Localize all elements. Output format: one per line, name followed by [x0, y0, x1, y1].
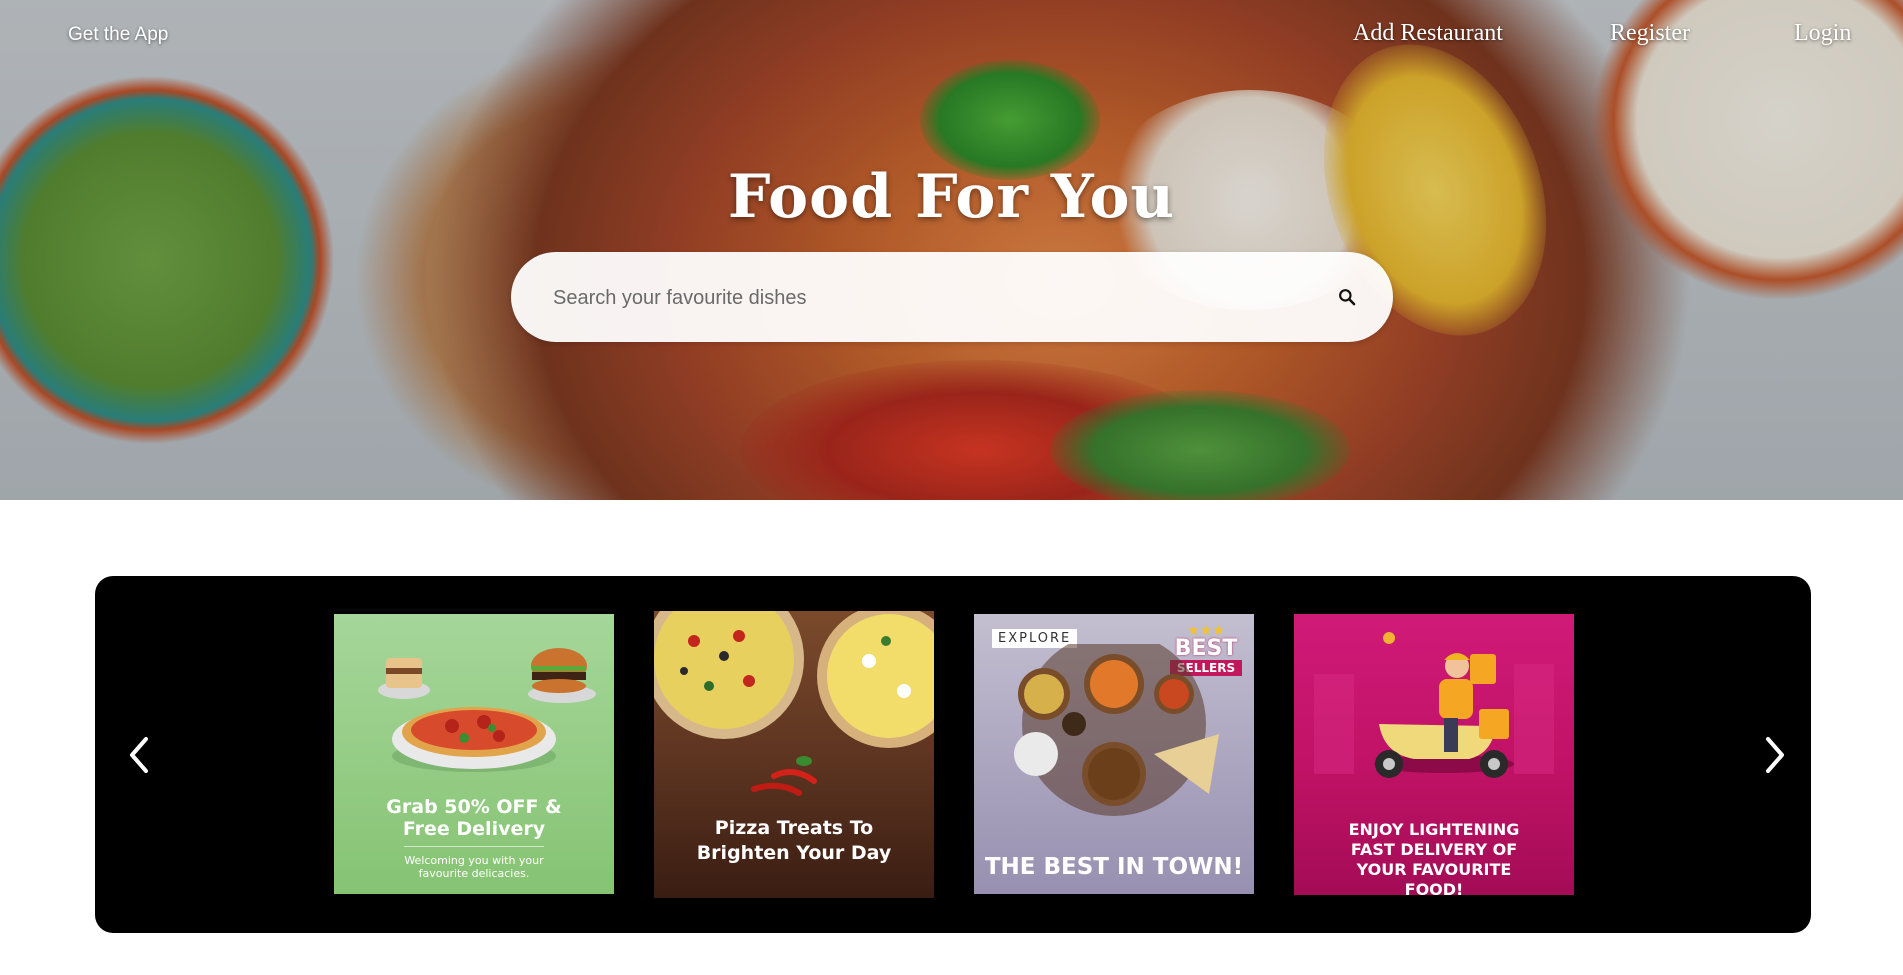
search-bar	[511, 252, 1393, 342]
offer-card-discount[interactable]: Grab 50% OFF & Free Delivery Welcoming y…	[334, 614, 614, 894]
offer-card-bestsellers[interactable]: EXPLORE ★★★ BEST SELLERS THE BEST IN TOW…	[974, 614, 1254, 894]
pizza-illustration	[654, 611, 934, 796]
food-platter-illustration	[378, 648, 596, 772]
page-title: Food For You	[727, 162, 1176, 232]
offer-card-headline: Grab 50% OFF & Free Delivery	[386, 796, 562, 840]
search-button[interactable]	[1329, 279, 1365, 315]
offer-card-headline: THE BEST IN TOWN!	[984, 854, 1244, 880]
offer-card-headline: Pizza Treats To Brighten Your Day	[696, 817, 892, 864]
chevron-left-icon	[130, 737, 148, 773]
register-link[interactable]: Register	[1610, 20, 1690, 47]
offer-card-pizza[interactable]: Pizza Treats To Brighten Your Day	[654, 611, 934, 898]
hero-overlay	[0, 0, 1903, 500]
offer-card-headline: ENJOY LIGHTENING FAST DELIVERY OF YOUR F…	[1348, 820, 1520, 895]
hero-banner: Get the App Add Restaurant Register Logi…	[0, 0, 1903, 500]
chevron-right-icon	[1766, 737, 1784, 773]
offer-card-divider	[404, 846, 544, 847]
thali-illustration	[1014, 644, 1219, 816]
search-icon	[1339, 289, 1356, 306]
offer-card-delivery[interactable]: ENJOY LIGHTENING FAST DELIVERY OF YOUR F…	[1294, 614, 1574, 895]
delivery-scooter-illustration	[1314, 632, 1554, 778]
offers-carousel: Grab 50% OFF & Free Delivery Welcoming y…	[95, 576, 1811, 933]
add-restaurant-link[interactable]: Add Restaurant	[1353, 20, 1503, 47]
carousel-next-button[interactable]	[1755, 731, 1795, 779]
get-app-link[interactable]: Get the App	[68, 24, 168, 46]
search-input[interactable]	[551, 276, 1285, 320]
carousel-prev-button[interactable]	[119, 731, 159, 779]
login-link[interactable]: Login	[1794, 20, 1851, 47]
offer-card-subline: Welcoming you with your favourite delica…	[404, 854, 544, 880]
